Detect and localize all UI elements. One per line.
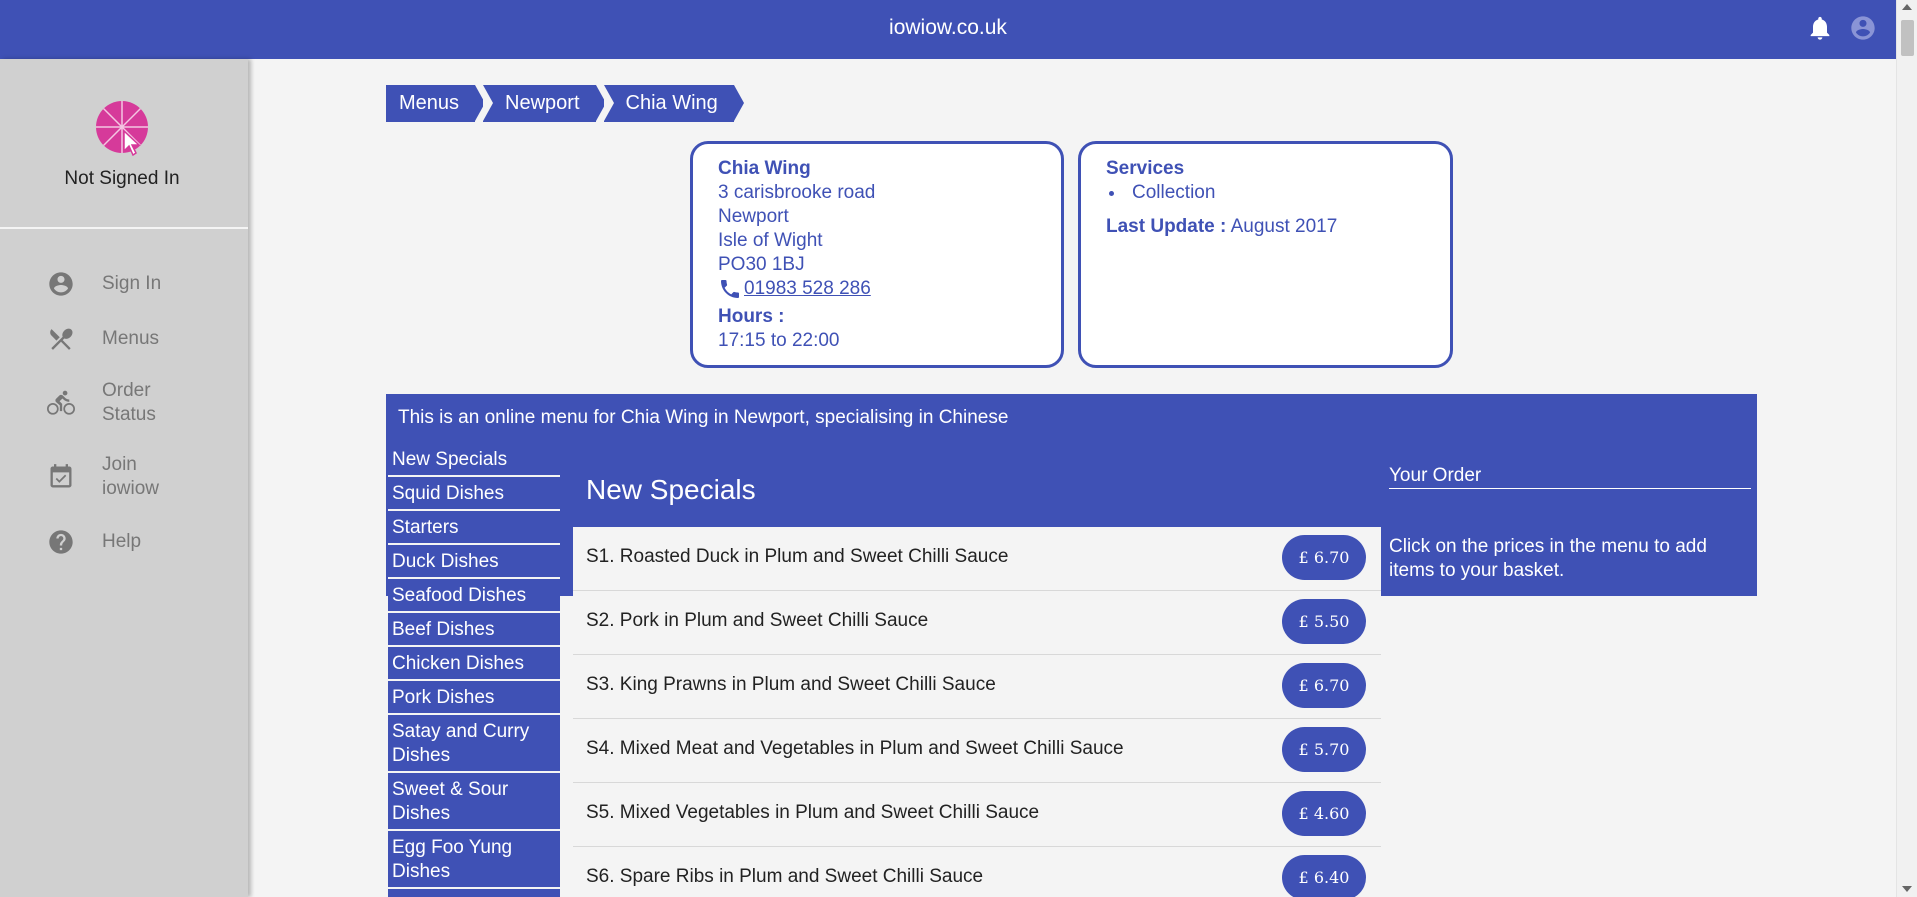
price-button[interactable]: £ 4.60 [1282, 791, 1366, 836]
order-panel: Your Order Click on the prices in the me… [1381, 462, 1757, 596]
sidebar-item-order-status[interactable]: Order Status [46, 379, 236, 427]
sidebar-item-label: Join iowiow [102, 454, 160, 499]
scroll-up-arrow[interactable] [1902, 4, 1912, 10]
menu-item-name: S2. Pork in Plum and Sweet Chilli Sauce [586, 610, 929, 631]
service-item: Collection [1126, 181, 1450, 205]
breadcrumb-menus[interactable]: Menus [386, 85, 486, 122]
menu-item-name: S3. King Prawns in Plum and Sweet Chilli… [586, 674, 996, 695]
menu-item: S3. King Prawns in Plum and Sweet Chilli… [573, 655, 1381, 719]
services-card: Services Collection Last Update : August… [1078, 141, 1453, 368]
menu-item-name: S4. Mixed Meat and Vegetables in Plum an… [586, 738, 1124, 759]
page-scrollbar[interactable] [1896, 0, 1917, 897]
account-circle-icon[interactable] [1849, 14, 1877, 42]
menu-item: S5. Mixed Vegetables in Plum and Sweet C… [573, 783, 1381, 847]
address-town: Newport [718, 206, 789, 227]
restaurant-info-card: Chia Wing 3 carisbrooke road Newport Isl… [690, 141, 1064, 368]
category-list: New Specials Squid Dishes Starters Duck … [386, 443, 561, 897]
breadcrumb-newport[interactable]: Newport [483, 85, 607, 122]
menu-item: S6. Spare Ribs in Plum and Sweet Chilli … [573, 847, 1381, 897]
address-postcode: PO30 1BJ [718, 254, 805, 275]
price-button[interactable]: £ 5.50 [1282, 599, 1366, 644]
menu-item: S1. Roasted Duck in Plum and Sweet Chill… [573, 527, 1381, 591]
phone-link[interactable]: 01983 528 286 [744, 277, 871, 301]
category-item[interactable]: Egg Foo Yung Dishes [388, 831, 560, 889]
sidebar-divider [0, 227, 248, 229]
sidebar-item-help[interactable]: Help [46, 527, 236, 557]
hours-label: Hours : [718, 306, 785, 327]
price-button[interactable]: £ 6.70 [1282, 535, 1366, 580]
category-item[interactable]: Duck Dishes [388, 545, 560, 579]
site-title[interactable]: iowiow.co.uk [0, 16, 1896, 40]
price-button[interactable]: £ 6.70 [1282, 663, 1366, 708]
category-item[interactable]: Sweet & Sour Dishes [388, 773, 560, 831]
calendar-icon [46, 462, 76, 492]
price-button[interactable]: £ 5.70 [1282, 727, 1366, 772]
utensils-icon [46, 324, 76, 354]
order-title: Your Order [1389, 464, 1751, 489]
services-list: Collection [1126, 181, 1450, 205]
last-update-label: Last Update : [1106, 216, 1227, 237]
sidebar-item-label: Menus [102, 328, 160, 349]
category-item[interactable]: Squid Dishes [388, 477, 560, 511]
category-item[interactable]: Chicken Dishes [388, 647, 560, 681]
scroll-down-arrow[interactable] [1902, 886, 1912, 892]
phone-icon [721, 280, 739, 298]
sidebar-item-label: Sign In [102, 273, 162, 294]
category-item[interactable]: New Specials [388, 443, 560, 477]
phone-row: 01983 528 286 [718, 277, 1061, 301]
hours-value: 17:15 to 22:00 [718, 330, 840, 351]
category-item[interactable]: Seafood Dishes [388, 579, 560, 613]
order-hint: Click on the prices in the menu to add i… [1389, 536, 1707, 581]
price-button[interactable]: £ 6.40 [1282, 855, 1366, 897]
section-title: New Specials [573, 462, 1381, 527]
sidebar-item-join[interactable]: Join iowiow [46, 453, 236, 501]
category-item[interactable]: Pork Dishes [388, 681, 560, 715]
menu-description: This is an online menu for Chia Wing in … [398, 407, 1009, 428]
bell-icon[interactable] [1806, 14, 1834, 42]
menu-item: S4. Mixed Meat and Vegetables in Plum an… [573, 719, 1381, 783]
account-circle-icon [46, 269, 76, 299]
sidebar: Not Signed In Sign In Menus Order Status… [0, 59, 248, 897]
menu-item-name: S5. Mixed Vegetables in Plum and Sweet C… [586, 802, 1040, 823]
scroll-thumb[interactable] [1901, 20, 1914, 56]
sidebar-item-menus[interactable]: Menus [46, 324, 236, 354]
category-item[interactable]: Starters [388, 511, 560, 545]
bicycle-icon [46, 388, 76, 418]
menu-item-name: S6. Spare Ribs in Plum and Sweet Chilli … [586, 866, 984, 887]
menu-item-list: S1. Roasted Duck in Plum and Sweet Chill… [573, 527, 1381, 897]
breadcrumb-chia-wing[interactable]: Chia Wing [603, 85, 745, 122]
restaurant-name: Chia Wing [718, 158, 811, 179]
breadcrumb: Menus Newport Chia Wing [386, 85, 745, 122]
help-circle-icon [46, 527, 76, 557]
menu-item-name: S1. Roasted Duck in Plum and Sweet Chill… [586, 546, 1009, 567]
pizza-logo-icon[interactable] [94, 101, 152, 159]
sidebar-item-sign-in[interactable]: Sign In [46, 269, 236, 299]
services-label: Services [1106, 158, 1185, 179]
top-bar: iowiow.co.uk [0, 0, 1896, 59]
address-line: 3 carisbrooke road [718, 182, 876, 203]
last-update-value: August 2017 [1230, 216, 1338, 237]
category-item[interactable]: Satay and Curry Dishes [388, 715, 560, 773]
sidebar-item-label: Order Status [102, 380, 156, 425]
signin-status: Not Signed In [64, 168, 180, 189]
sidebar-item-label: Help [102, 531, 142, 552]
menu-item: S2. Pork in Plum and Sweet Chilli Sauce … [573, 591, 1381, 655]
address-region: Isle of Wight [718, 230, 823, 251]
category-item[interactable]: Chow Mein Dishes [388, 889, 560, 897]
category-item[interactable]: Beef Dishes [388, 613, 560, 647]
